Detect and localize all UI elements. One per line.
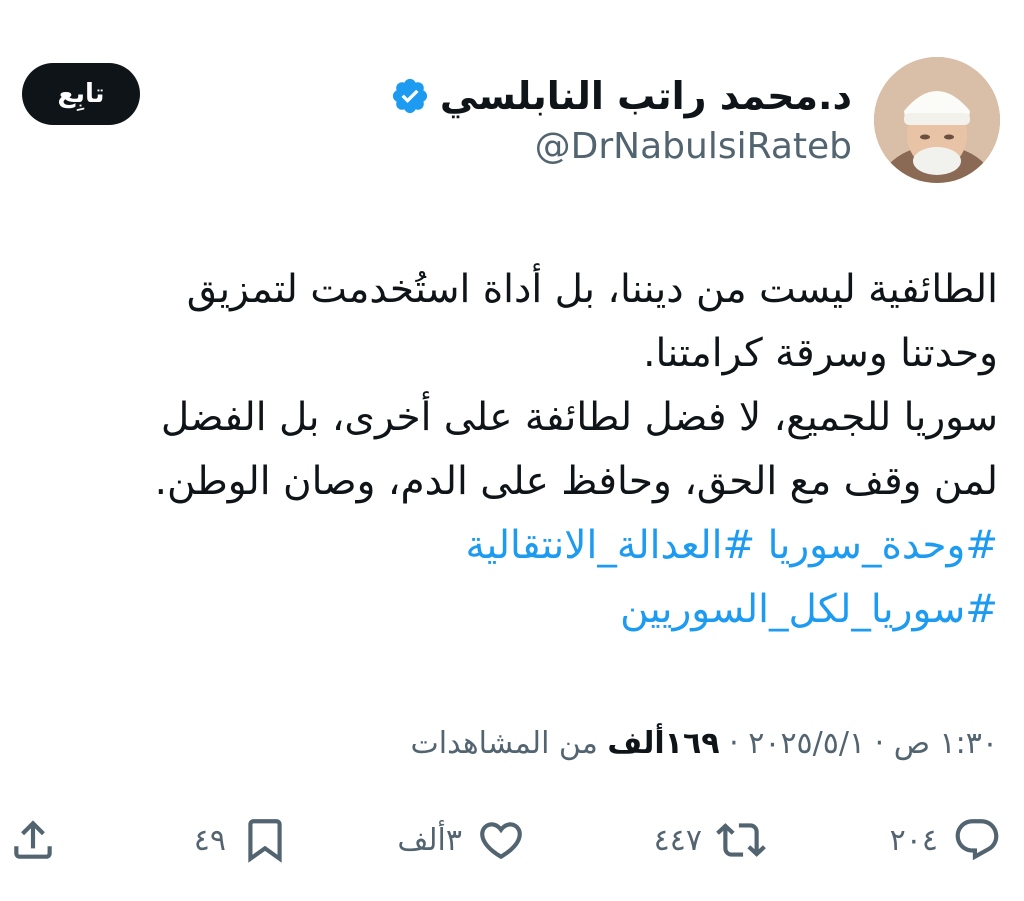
tweet-text-line: لمن وقف مع الحق، وحافظ على الدم، وصان ال… <box>154 459 998 504</box>
hashtag-line: #سوريا_لكل_السوريين <box>38 578 998 642</box>
tweet-datetime[interactable]: ١:٣٠ ص · ٢٠٢٥/٥/١ · <box>720 726 998 761</box>
hashtag-link[interactable]: #العدالة_الانتقالية <box>465 523 755 568</box>
reply-icon <box>952 815 1002 865</box>
tweet-card: د.محمد راتب النابلسي @DrNabulsiRateb تاب… <box>0 0 1024 901</box>
bookmark-count: ٤٩ <box>193 822 226 858</box>
avatar[interactable] <box>874 57 1000 183</box>
tweet-meta: ١:٣٠ ص · ٢٠٢٥/٥/١ · ١٦٩ألف من المشاهدات <box>411 720 998 768</box>
bookmark-icon <box>240 815 290 865</box>
author-name-row: د.محمد راتب النابلسي <box>390 68 852 124</box>
retweet-icon <box>716 815 766 865</box>
retweet-button[interactable]: ٤٤٧ <box>654 812 766 868</box>
like-button[interactable]: ٣ألف <box>397 812 526 868</box>
bookmark-button[interactable]: ٤٩ <box>194 812 290 868</box>
tweet-text-line: الطائفية ليست من ديننا، بل أداة استُخدمت… <box>186 267 998 312</box>
like-count: ٣ألف <box>397 822 462 858</box>
share-button[interactable] <box>8 812 58 868</box>
retweet-count: ٤٤٧ <box>653 822 702 858</box>
follow-button[interactable]: تابِع <box>22 63 140 125</box>
hashtag-link[interactable]: #سوريا_لكل_السوريين <box>620 587 998 632</box>
verified-badge-icon <box>390 76 430 116</box>
tweet-text-line: سوريا للجميع، لا فضل لطائفة على أخرى، بل… <box>160 395 998 440</box>
reply-button[interactable]: ٢٠٤ <box>890 812 1002 868</box>
avatar-image <box>874 57 1000 183</box>
tweet-text-line: وحدتنا وسرقة كرامتنا. <box>643 331 998 376</box>
views-label: من المشاهدات <box>410 726 608 761</box>
author-handle[interactable]: @DrNabulsiRateb <box>535 122 852 172</box>
share-icon <box>8 815 58 865</box>
views-count: ١٦٩ألف <box>607 726 720 761</box>
hashtag-link[interactable]: #وحدة_سوريا <box>768 523 998 568</box>
reply-count: ٢٠٤ <box>889 822 938 858</box>
hashtag-line: #وحدة_سوريا #العدالة_الانتقالية <box>38 514 998 578</box>
heart-icon <box>476 815 526 865</box>
author-display-name[interactable]: د.محمد راتب النابلسي <box>440 68 852 124</box>
tweet-text: الطائفية ليست من ديننا، بل أداة استُخدمت… <box>38 258 998 642</box>
